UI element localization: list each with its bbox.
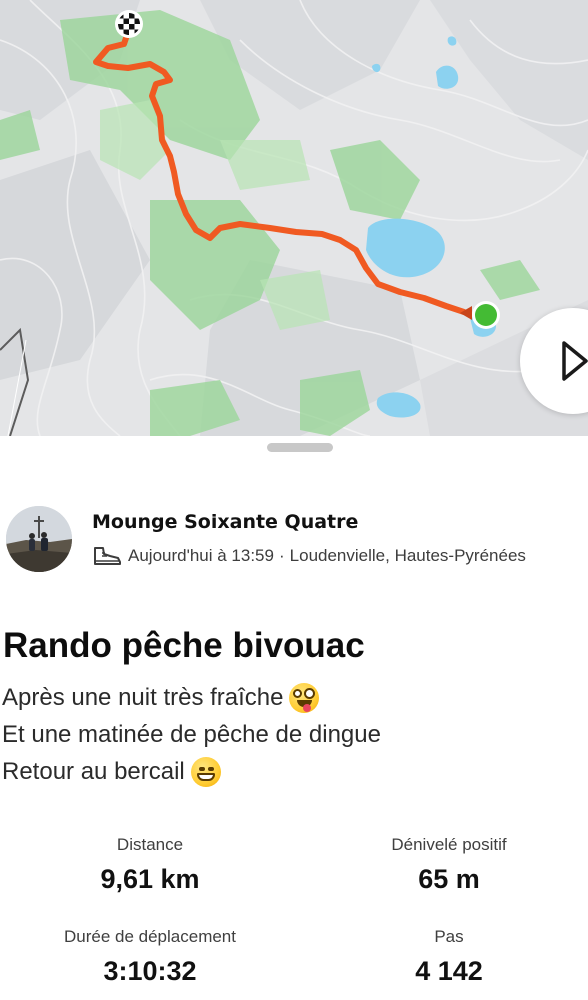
description-line: Retour au bercail — [2, 753, 381, 790]
stat-moving-time: Durée de déplacement 3:10:32 — [25, 927, 275, 987]
hiking-shoe-icon — [94, 547, 121, 565]
steps-value: 4 142 — [415, 956, 483, 986]
activity-datetime: Aujourd'hui à 13:59 — [128, 546, 274, 565]
distance-value: 9,61 km — [100, 864, 200, 894]
elevation-value: 65 m — [418, 864, 480, 894]
meta-separator: · — [278, 546, 285, 565]
distance-label: Distance — [116, 835, 184, 854]
avatar[interactable] — [6, 506, 72, 572]
athlete-name[interactable]: Mounge Soixante Quatre — [92, 511, 358, 533]
description-line: Et une matinée de pêche de dingue — [2, 721, 381, 748]
activity-meta: Aujourd'hui à 13:59 · Loudenvielle, Haut… — [92, 544, 526, 568]
description-line: Après une nuit très fraîche — [2, 679, 381, 716]
grinning-face-emoji — [190, 756, 221, 787]
zany-face-emoji — [289, 682, 320, 713]
route-map[interactable] — [0, 0, 588, 436]
stat-steps: Pas 4 142 — [324, 927, 574, 987]
activity-description: Après une nuit très fraîche Et une matin… — [2, 679, 381, 790]
activity-location: Loudenvielle, Hautes-Pyrénées — [289, 546, 526, 565]
activity-title: Rando pêche bivouac — [3, 626, 365, 665]
stat-elevation: Dénivelé positif 65 m — [324, 835, 574, 895]
terrain-background — [0, 0, 588, 436]
elevation-label: Dénivelé positif — [391, 835, 507, 854]
drag-handle[interactable] — [267, 443, 333, 452]
moving-time-label: Durée de déplacement — [63, 927, 236, 946]
chevron-right-icon — [562, 341, 588, 381]
moving-time-value: 3:10:32 — [103, 956, 197, 986]
steps-label: Pas — [434, 927, 464, 946]
stat-distance: Distance 9,61 km — [25, 835, 275, 895]
activity-details-sheet: Mounge Soixante Quatre Aujourd'hui à 13:… — [0, 436, 588, 1000]
checkered-flag-icon — [115, 10, 143, 38]
